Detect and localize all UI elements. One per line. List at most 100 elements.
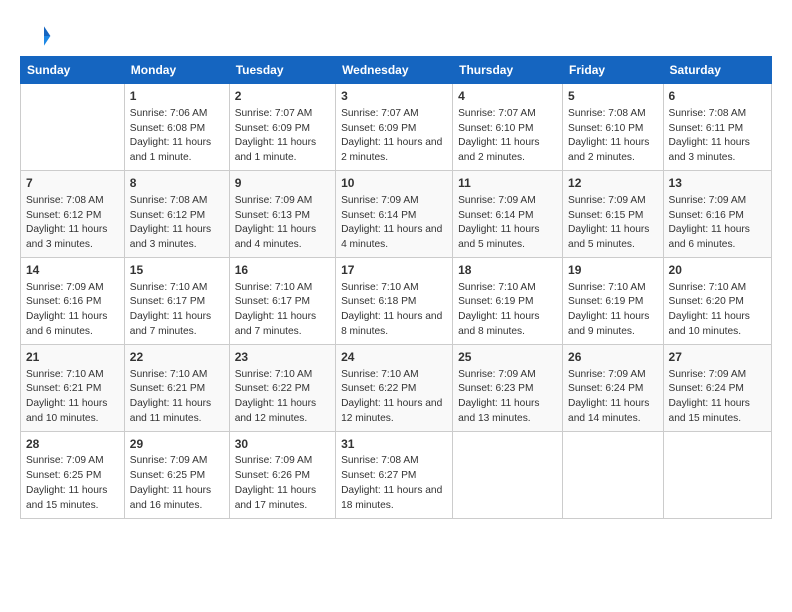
cell-content: Sunrise: 7:06 AMSunset: 6:08 PMDaylight:… (130, 107, 224, 166)
header-monday: Monday (124, 57, 229, 84)
day-number: 16 (235, 262, 330, 279)
day-number: 18 (458, 262, 557, 279)
logo (20, 20, 56, 52)
calendar-cell: 1 Sunrise: 7:06 AMSunset: 6:08 PMDaylight… (124, 84, 229, 171)
calendar-cell: 5 Sunrise: 7:08 AMSunset: 6:10 PMDaylight… (563, 84, 664, 171)
calendar-cell: 22 Sunrise: 7:10 AMSunset: 6:21 PMDayligh… (124, 344, 229, 431)
header-wednesday: Wednesday (336, 57, 453, 84)
calendar-week-row: 7 Sunrise: 7:08 AMSunset: 6:12 PMDaylight… (21, 170, 772, 257)
cell-content: Sunrise: 7:10 AMSunset: 6:17 PMDaylight:… (130, 281, 224, 340)
calendar-cell: 8 Sunrise: 7:08 AMSunset: 6:12 PMDaylight… (124, 170, 229, 257)
day-number: 8 (130, 175, 224, 192)
calendar-cell: 14 Sunrise: 7:09 AMSunset: 6:16 PMDayligh… (21, 257, 125, 344)
header-thursday: Thursday (453, 57, 563, 84)
calendar-cell: 31Sunrise: 7:08 AMSunset: 6:27 PMDayligh… (336, 431, 453, 518)
page-header (20, 20, 772, 52)
calendar-cell: 6Sunrise: 7:08 AMSunset: 6:11 PMDaylight… (663, 84, 771, 171)
day-number: 20 (669, 262, 766, 279)
cell-content: Sunrise: 7:09 AMSunset: 6:16 PMDaylight:… (26, 281, 119, 340)
cell-content: Sunrise: 7:10 AMSunset: 6:22 PMDaylight:… (235, 368, 330, 427)
cell-content: Sunrise: 7:09 AMSunset: 6:25 PMDaylight:… (26, 454, 119, 513)
calendar-week-row: 21 Sunrise: 7:10 AMSunset: 6:21 PMDayligh… (21, 344, 772, 431)
calendar-week-row: 14 Sunrise: 7:09 AMSunset: 6:16 PMDayligh… (21, 257, 772, 344)
day-number: 27 (669, 349, 766, 366)
calendar-cell (563, 431, 664, 518)
calendar-cell: 20 Sunrise: 7:10 AMSunset: 6:20 PMDayligh… (663, 257, 771, 344)
calendar-cell: 13 Sunrise: 7:09 AMSunset: 6:16 PMDayligh… (663, 170, 771, 257)
calendar-week-row: 28Sunrise: 7:09 AMSunset: 6:25 PMDayligh… (21, 431, 772, 518)
calendar-cell (453, 431, 563, 518)
cell-content: Sunrise: 7:08 AMSunset: 6:12 PMDaylight:… (130, 194, 224, 253)
calendar-cell: 17 Sunrise: 7:10 AMSunset: 6:18 PMDayligh… (336, 257, 453, 344)
calendar-table: SundayMondayTuesdayWednesdayThursdayFrid… (20, 56, 772, 519)
cell-content: Sunrise: 7:09 AMSunset: 6:13 PMDaylight:… (235, 194, 330, 253)
header-saturday: Saturday (663, 57, 771, 84)
calendar-cell (21, 84, 125, 171)
calendar-cell: 21 Sunrise: 7:10 AMSunset: 6:21 PMDayligh… (21, 344, 125, 431)
calendar-cell: 15Sunrise: 7:10 AMSunset: 6:17 PMDayligh… (124, 257, 229, 344)
cell-content: Sunrise: 7:07 AMSunset: 6:10 PMDaylight:… (458, 107, 557, 166)
day-number: 7 (26, 175, 119, 192)
day-number: 21 (26, 349, 119, 366)
day-number: 17 (341, 262, 447, 279)
calendar-cell: 25 Sunrise: 7:09 AMSunset: 6:23 PMDayligh… (453, 344, 563, 431)
cell-content: Sunrise: 7:10 AMSunset: 6:18 PMDaylight:… (341, 281, 447, 340)
calendar-cell: 2 Sunrise: 7:07 AMSunset: 6:09 PMDaylight… (229, 84, 335, 171)
logo-icon (20, 20, 52, 52)
cell-content: Sunrise: 7:08 AMSunset: 6:27 PMDaylight:… (341, 454, 447, 513)
day-number: 29 (130, 436, 224, 453)
calendar-cell: 9Sunrise: 7:09 AMSunset: 6:13 PMDaylight… (229, 170, 335, 257)
day-number: 14 (26, 262, 119, 279)
cell-content: Sunrise: 7:09 AMSunset: 6:24 PMDaylight:… (568, 368, 658, 427)
cell-content: Sunrise: 7:07 AMSunset: 6:09 PMDaylight:… (235, 107, 330, 166)
calendar-cell: 7 Sunrise: 7:08 AMSunset: 6:12 PMDaylight… (21, 170, 125, 257)
header-friday: Friday (563, 57, 664, 84)
cell-content: Sunrise: 7:09 AMSunset: 6:14 PMDaylight:… (458, 194, 557, 253)
calendar-cell (663, 431, 771, 518)
cell-content: Sunrise: 7:10 AMSunset: 6:19 PMDaylight:… (458, 281, 557, 340)
cell-content: Sunrise: 7:10 AMSunset: 6:21 PMDaylight:… (26, 368, 119, 427)
calendar-week-row: 1 Sunrise: 7:06 AMSunset: 6:08 PMDaylight… (21, 84, 772, 171)
day-number: 2 (235, 88, 330, 105)
day-number: 5 (568, 88, 658, 105)
cell-content: Sunrise: 7:10 AMSunset: 6:21 PMDaylight:… (130, 368, 224, 427)
day-number: 22 (130, 349, 224, 366)
cell-content: Sunrise: 7:10 AMSunset: 6:20 PMDaylight:… (669, 281, 766, 340)
day-number: 13 (669, 175, 766, 192)
calendar-cell: 28Sunrise: 7:09 AMSunset: 6:25 PMDayligh… (21, 431, 125, 518)
calendar-cell: 10Sunrise: 7:09 AMSunset: 6:14 PMDayligh… (336, 170, 453, 257)
calendar-cell: 30Sunrise: 7:09 AMSunset: 6:26 PMDayligh… (229, 431, 335, 518)
calendar-cell: 26 Sunrise: 7:09 AMSunset: 6:24 PMDayligh… (563, 344, 664, 431)
cell-content: Sunrise: 7:09 AMSunset: 6:16 PMDaylight:… (669, 194, 766, 253)
day-number: 31 (341, 436, 447, 453)
calendar-cell: 3 Sunrise: 7:07 AMSunset: 6:09 PMDaylight… (336, 84, 453, 171)
day-number: 24 (341, 349, 447, 366)
cell-content: Sunrise: 7:09 AMSunset: 6:24 PMDaylight:… (669, 368, 766, 427)
cell-content: Sunrise: 7:08 AMSunset: 6:12 PMDaylight:… (26, 194, 119, 253)
day-number: 23 (235, 349, 330, 366)
day-number: 1 (130, 88, 224, 105)
day-number: 25 (458, 349, 557, 366)
calendar-cell: 29Sunrise: 7:09 AMSunset: 6:25 PMDayligh… (124, 431, 229, 518)
day-number: 6 (669, 88, 766, 105)
calendar-cell: 11Sunrise: 7:09 AMSunset: 6:14 PMDayligh… (453, 170, 563, 257)
cell-content: Sunrise: 7:09 AMSunset: 6:23 PMDaylight:… (458, 368, 557, 427)
header-tuesday: Tuesday (229, 57, 335, 84)
cell-content: Sunrise: 7:08 AMSunset: 6:10 PMDaylight:… (568, 107, 658, 166)
cell-content: Sunrise: 7:09 AMSunset: 6:25 PMDaylight:… (130, 454, 224, 513)
day-number: 4 (458, 88, 557, 105)
day-number: 19 (568, 262, 658, 279)
cell-content: Sunrise: 7:09 AMSunset: 6:26 PMDaylight:… (235, 454, 330, 513)
cell-content: Sunrise: 7:10 AMSunset: 6:19 PMDaylight:… (568, 281, 658, 340)
cell-content: Sunrise: 7:09 AMSunset: 6:14 PMDaylight:… (341, 194, 447, 253)
cell-content: Sunrise: 7:07 AMSunset: 6:09 PMDaylight:… (341, 107, 447, 166)
calendar-cell: 24Sunrise: 7:10 AMSunset: 6:22 PMDayligh… (336, 344, 453, 431)
calendar-cell: 16Sunrise: 7:10 AMSunset: 6:17 PMDayligh… (229, 257, 335, 344)
day-number: 26 (568, 349, 658, 366)
day-number: 30 (235, 436, 330, 453)
calendar-cell: 23 Sunrise: 7:10 AMSunset: 6:22 PMDayligh… (229, 344, 335, 431)
day-number: 3 (341, 88, 447, 105)
calendar-cell: 27 Sunrise: 7:09 AMSunset: 6:24 PMDayligh… (663, 344, 771, 431)
calendar-cell: 19 Sunrise: 7:10 AMSunset: 6:19 PMDayligh… (563, 257, 664, 344)
calendar-cell: 4 Sunrise: 7:07 AMSunset: 6:10 PMDaylight… (453, 84, 563, 171)
